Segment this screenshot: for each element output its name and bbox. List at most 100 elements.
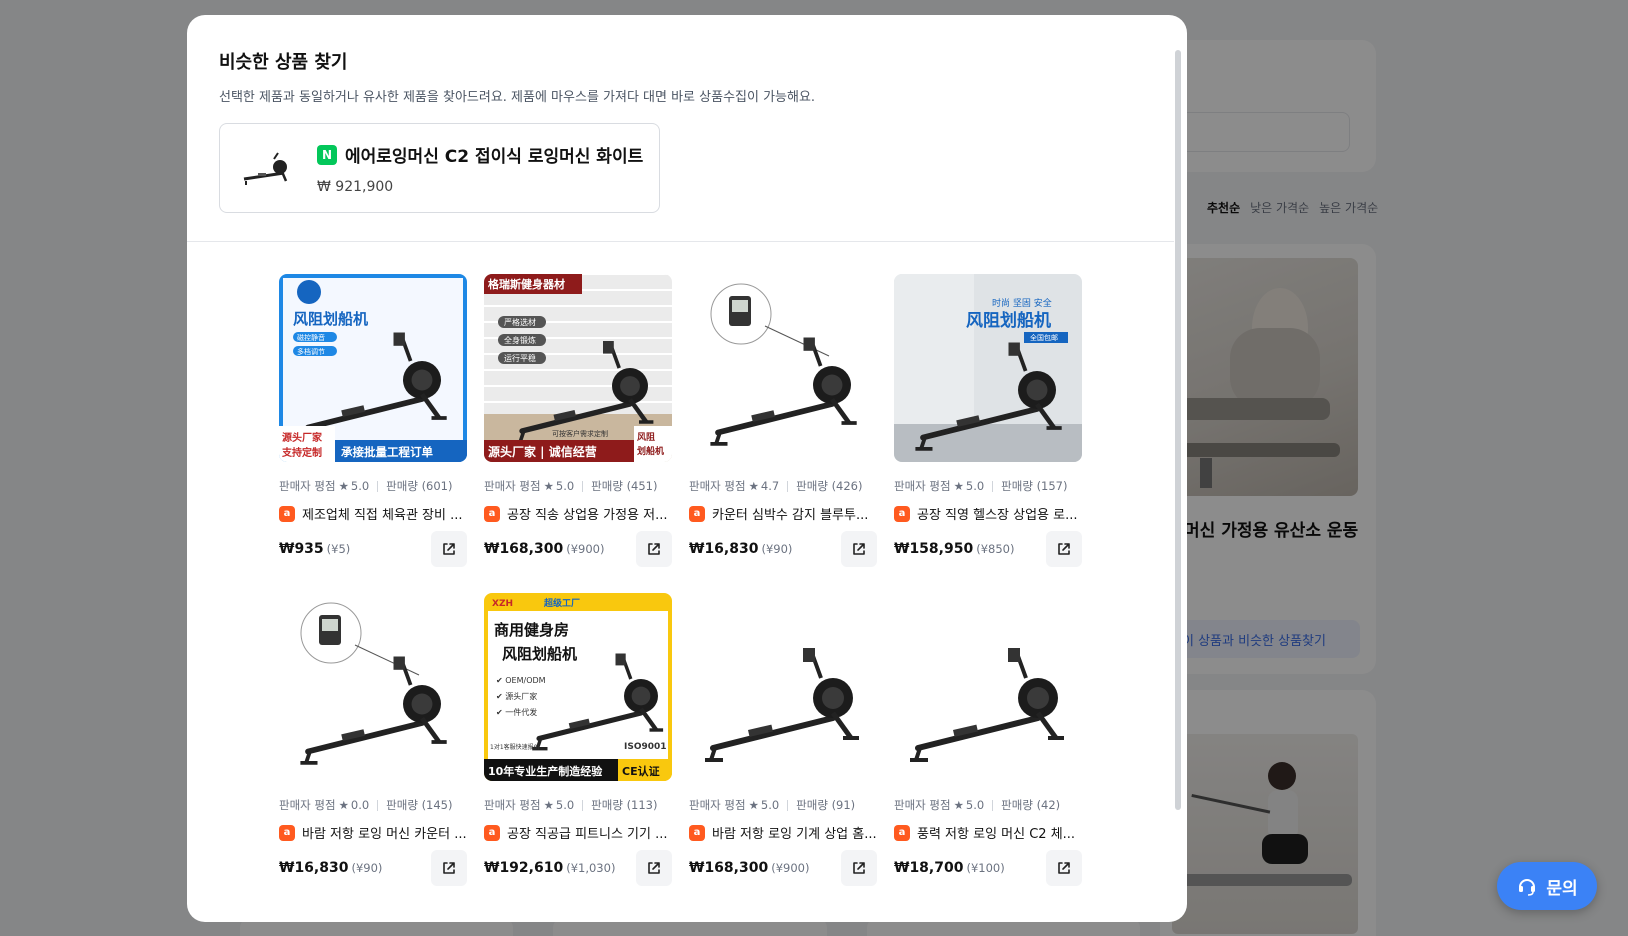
external-link-icon (648, 862, 660, 874)
product-name-row: a 풍력 저항 로잉 머신 C2 체... (894, 823, 1082, 842)
product-meta: 판매자 평점 ★ 5.0 판매량 (42) (894, 797, 1082, 813)
product-card[interactable]: 판매자 평점 ★ 5.0 판매량 (91) a 바람 저항 로잉 기계 상업 홈… (689, 593, 877, 886)
product-card[interactable]: 판매자 평점 ★ 4.7 판매량 (426) a 카운터 심박수 감지 블루투.… (689, 274, 877, 567)
svg-text:风阻划船机: 风阻划船机 (502, 645, 577, 663)
price-krw: ₩158,950 (894, 541, 974, 557)
svg-text:承接批量工程订单: 承接批量工程订单 (340, 445, 433, 459)
price-cny: (¥900) (771, 861, 810, 875)
sales-count: 판매량 (451) (591, 479, 658, 493)
product-name-row: a 공장 직공급 피트니스 기기 ... (484, 823, 672, 842)
product-image[interactable]: 格瑞斯健身器材 严格选材 全身锻炼 运行平稳 可按客户需求定制 源头厂家 | 诚… (484, 274, 672, 462)
open-external-button[interactable] (431, 850, 467, 886)
product-price: ₩192,610 (¥1,030) (484, 860, 615, 876)
star-icon: ★ (748, 479, 759, 493)
product-name[interactable]: 풍력 저항 로잉 머신 C2 체... (917, 823, 1082, 842)
open-external-button[interactable] (636, 531, 672, 567)
svg-text:多档调节: 多档调节 (297, 347, 325, 356)
external-link-icon (443, 543, 455, 555)
open-external-button[interactable] (636, 850, 672, 886)
svg-text:✔ 一件代发: ✔ 一件代发 (496, 707, 537, 717)
product-image[interactable] (894, 593, 1082, 781)
similar-products-grid: 风阻划船机 磁控静音 多档调节 源头厂家 支持定制 承接批量工程订单 판매자 평… (279, 274, 1082, 886)
star-icon: ★ (338, 798, 349, 812)
seller-rating-label: 판매자 평점 (894, 479, 951, 493)
seller-rating-label: 판매자 평점 (689, 798, 746, 812)
svg-text:风阻划船机: 风阻划船机 (966, 310, 1051, 331)
price-cny: (¥1,030) (566, 861, 616, 875)
svg-text:风阻: 风阻 (637, 432, 655, 443)
seller-rating-value: 0.0 (350, 798, 370, 812)
meta-divider (787, 480, 789, 492)
aliexpress-icon: a (689, 505, 705, 522)
product-card[interactable]: 판매자 평점 ★ 0.0 판매량 (145) a 바람 저항 로잉 머신 카운터… (279, 593, 467, 886)
product-card[interactable]: 时尚 坚固 安全 风阻划船机 全国包邮 판매자 평점 ★ 5.0 판매량 (15… (894, 274, 1082, 567)
modal-divider (187, 241, 1174, 242)
sales-count: 판매량 (426) (796, 479, 863, 493)
product-image[interactable]: 风阻划船机 磁控静音 多档调节 源头厂家 支持定制 承接批量工程订单 (279, 274, 467, 462)
seller-rating-label: 판매자 평점 (279, 479, 336, 493)
product-price-row: ₩168,300 (¥900) (689, 850, 877, 886)
svg-text:✔ OEM/ODM: ✔ OEM/ODM (496, 676, 546, 685)
product-card[interactable]: 风阻划船机 磁控静音 多档调节 源头厂家 支持定制 承接批量工程订单 판매자 평… (279, 274, 467, 567)
modal-description: 선택한 제품과 동일하거나 유사한 제품을 찾아드려요. 제품에 마우스를 가져… (219, 90, 816, 105)
product-price-row: ₩16,830 (¥90) (689, 531, 877, 567)
inquiry-button[interactable]: 문의 (1497, 862, 1597, 910)
aliexpress-icon: a (484, 505, 500, 522)
product-name[interactable]: 공장 직영 헬스장 상업용 로... (917, 504, 1082, 523)
price-krw: ₩16,830 (279, 860, 349, 876)
product-price-row: ₩18,700 (¥100) (894, 850, 1082, 886)
product-meta: 판매자 평점 ★ 5.0 판매량 (113) (484, 797, 672, 813)
product-name[interactable]: 제조업체 직접 체육관 장비 ... (302, 504, 467, 523)
svg-text:1对1客服快速报价: 1对1客服快速报价 (490, 743, 540, 751)
product-image[interactable]: 时尚 坚固 安全 风阻划船机 全国包邮 (894, 274, 1082, 462)
product-image[interactable] (689, 593, 877, 781)
meta-divider (992, 799, 994, 811)
open-external-button[interactable] (841, 850, 877, 886)
svg-text:源头厂家 | 诚信经营: 源头厂家 | 诚信经营 (488, 444, 597, 459)
product-name-row: a 공장 직영 헬스장 상업용 로... (894, 504, 1082, 523)
seller-rating-value: 5.0 (350, 479, 370, 493)
open-external-button[interactable] (1046, 531, 1082, 567)
product-name[interactable]: 공장 직송 상업용 가정용 저... (507, 504, 672, 523)
aliexpress-icon: a (894, 824, 910, 841)
product-name[interactable]: 바람 저항 로잉 기계 상업 홈... (712, 823, 877, 842)
external-link-icon (853, 543, 865, 555)
product-image[interactable] (279, 593, 467, 781)
sales-count: 판매량 (91) (796, 798, 856, 812)
product-name[interactable]: 카운터 심박수 감지 블루투... (712, 504, 877, 523)
source-product-box: N 에어로잉머신 C2 접이식 로잉머신 화이트 ₩ 921,900 (219, 123, 660, 213)
product-image[interactable] (689, 274, 877, 462)
product-meta: 판매자 평점 ★ 5.0 판매량 (157) (894, 478, 1082, 494)
product-card[interactable]: 판매자 평점 ★ 5.0 판매량 (42) a 풍력 저항 로잉 머신 C2 체… (894, 593, 1082, 886)
product-meta: 판매자 평점 ★ 5.0 판매량 (451) (484, 478, 672, 494)
modal-title: 비슷한 상품 찾기 (219, 52, 348, 73)
product-card[interactable]: XZH 超级工厂 商用健身房 风阻划船机 ✔ OEM/ODM ✔ 源头厂家 ✔ … (484, 593, 672, 886)
price-krw: ₩168,300 (689, 860, 769, 876)
product-price-row: ₩16,830 (¥90) (279, 850, 467, 886)
open-external-button[interactable] (431, 531, 467, 567)
svg-text:可按客户需求定制: 可按客户需求定制 (552, 429, 608, 438)
price-krw: ₩168,300 (484, 541, 564, 557)
svg-text:严格选材: 严格选材 (504, 317, 536, 327)
product-card[interactable]: 格瑞斯健身器材 严格选材 全身锻炼 运行平稳 可按客户需求定制 源头厂家 | 诚… (484, 274, 672, 567)
open-external-button[interactable] (841, 531, 877, 567)
svg-text:ISO9001: ISO9001 (624, 742, 667, 752)
product-name[interactable]: 바람 저항 로잉 머신 카운터 ... (302, 823, 467, 842)
price-krw: ₩192,610 (484, 860, 564, 876)
source-product-price: ₩ 921,900 (317, 179, 394, 195)
aliexpress-icon: a (689, 824, 705, 841)
product-meta: 판매자 평점 ★ 4.7 판매량 (426) (689, 478, 877, 494)
price-krw: ₩18,700 (894, 860, 964, 876)
star-icon: ★ (953, 479, 964, 493)
aliexpress-icon: a (894, 505, 910, 522)
product-name-row: a 공장 직송 상업용 가정용 저... (484, 504, 672, 523)
product-name[interactable]: 공장 직공급 피트니스 기기 ... (507, 823, 672, 842)
product-name-row: a 바람 저항 로잉 기계 상업 홈... (689, 823, 877, 842)
svg-text:磁控静音: 磁控静音 (297, 333, 325, 342)
open-external-button[interactable] (1046, 850, 1082, 886)
aliexpress-icon: a (279, 824, 295, 841)
price-cny: (¥100) (966, 861, 1005, 875)
product-image[interactable]: XZH 超级工厂 商用健身房 风阻划船机 ✔ OEM/ODM ✔ 源头厂家 ✔ … (484, 593, 672, 781)
product-name-row: a 바람 저항 로잉 머신 카운터 ... (279, 823, 467, 842)
modal-scrollbar[interactable] (1175, 50, 1181, 810)
